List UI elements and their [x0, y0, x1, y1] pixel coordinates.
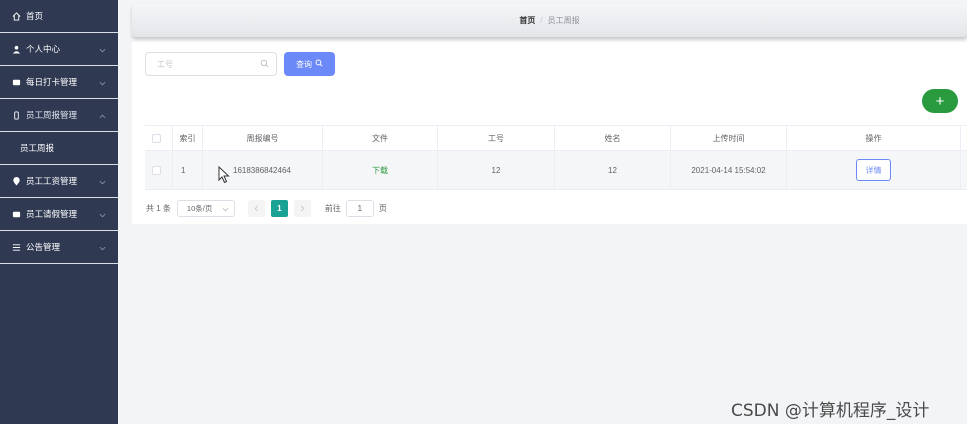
sidebar-item-label: 每日打卡管理: [26, 77, 78, 87]
add-button[interactable]: +: [922, 89, 958, 113]
watermark: CSDN @计算机程序_设计: [731, 401, 930, 421]
breadcrumb: 首页 / 员工周报: [132, 4, 967, 37]
cell-action: 详情: [787, 151, 961, 189]
phone-icon: [11, 110, 21, 120]
chevron-down-icon: [222, 205, 229, 214]
next-page-button[interactable]: [293, 199, 311, 217]
sidebar-item-daily-checkin[interactable]: 每日打卡管理: [0, 66, 118, 99]
query-button[interactable]: 查询: [284, 52, 335, 76]
column-header: 上传时间: [671, 126, 787, 150]
home-icon: [11, 11, 21, 21]
sidebar-item-personal-center[interactable]: 个人中心: [0, 33, 118, 66]
chevron-left-icon: [254, 205, 259, 211]
column-header: 姓名: [555, 126, 671, 150]
header-select-all[interactable]: [145, 126, 173, 150]
chevron-down-icon: [99, 45, 106, 55]
column-header: 文件: [323, 126, 438, 150]
chevron-right-icon: [300, 205, 305, 211]
message-icon: [11, 209, 21, 219]
chevron-up-icon: [99, 111, 106, 121]
search-field[interactable]: [145, 52, 277, 76]
column-header: 工号: [438, 126, 555, 150]
sidebar-item-label: 首页: [26, 11, 44, 21]
column-header: 索引: [173, 126, 203, 150]
detail-button[interactable]: 详情: [856, 159, 891, 181]
table-header-row: 索引 周报编号 文件 工号 姓名 上传时间 操作: [145, 125, 967, 151]
chevron-down-icon: [99, 78, 106, 88]
query-button-label: 查询: [296, 59, 312, 69]
search-icon: [315, 59, 323, 69]
select-all-checkbox[interactable]: [152, 133, 161, 143]
cell-name: 12: [555, 151, 671, 189]
list-icon: [11, 242, 21, 252]
chevron-down-icon: [99, 177, 106, 187]
plus-icon: +: [935, 92, 945, 110]
user-icon: [11, 44, 21, 54]
weekly-report-table: 索引 周报编号 文件 工号 姓名 上传时间 操作 1 1618386842464…: [145, 125, 967, 190]
table-row: 1 1618386842464 下载 12 12 2021-04-14 15:5…: [145, 151, 967, 190]
sidebar-item-label: 员工周报: [20, 143, 55, 153]
mouse-cursor-icon: [218, 165, 230, 186]
main-content: 首页 / 员工周报 查询 + 索引 周报编号: [118, 0, 967, 424]
search-icon: [260, 59, 269, 70]
breadcrumb-separator: /: [540, 16, 543, 25]
sidebar: 首页 个人中心 每日打卡管理 员工周报管理 员工周报 员工工资管理 员工请假管理…: [0, 0, 118, 424]
message-icon: [11, 77, 21, 87]
row-select[interactable]: [145, 151, 173, 189]
page-size-select[interactable]: 10条/页: [176, 199, 235, 217]
page-unit: 页: [378, 203, 387, 213]
sidebar-item-weekly-report-mgmt[interactable]: 员工周报管理: [0, 99, 118, 132]
sidebar-item-weekly-report[interactable]: 员工周报: [0, 132, 118, 165]
breadcrumb-current: 员工周报: [547, 16, 580, 25]
sidebar-item-leave-mgmt[interactable]: 员工请假管理: [0, 198, 118, 231]
location-icon: [11, 176, 21, 186]
column-header: 周报编号: [203, 126, 323, 150]
goto-label: 前往: [324, 203, 341, 213]
page-number-active[interactable]: 1: [270, 199, 288, 217]
total-count: 共 1 条: [146, 203, 171, 213]
chevron-down-icon: [99, 243, 106, 253]
sidebar-item-salary-mgmt[interactable]: 员工工资管理: [0, 165, 118, 198]
sidebar-item-home[interactable]: 首页: [0, 0, 118, 33]
download-link[interactable]: 下载: [372, 165, 388, 176]
sidebar-item-label: 员工工资管理: [26, 176, 78, 186]
cell-index: 1: [173, 151, 203, 189]
sidebar-item-label: 公告管理: [26, 242, 61, 252]
search-input[interactable]: [146, 53, 251, 75]
sidebar-item-label: 员工周报管理: [26, 110, 78, 120]
sidebar-item-notice-mgmt[interactable]: 公告管理: [0, 231, 118, 264]
breadcrumb-home[interactable]: 首页: [519, 15, 535, 26]
prev-page-button[interactable]: [247, 199, 265, 217]
row-checkbox[interactable]: [152, 165, 161, 175]
cell-emp-no: 12: [438, 151, 555, 189]
column-header: 操作: [787, 126, 961, 150]
sidebar-item-label: 个人中心: [26, 44, 61, 54]
page-size-value: 10条/页: [186, 203, 213, 213]
chevron-down-icon: [99, 210, 106, 220]
content-panel: 查询 + 索引 周报编号 文件 工号 姓名 上传时间 操作: [132, 42, 967, 224]
sidebar-item-label: 员工请假管理: [26, 209, 78, 219]
cell-upload-time: 2021-04-14 15:54:02: [671, 151, 787, 189]
cell-file: 下载: [323, 151, 438, 189]
goto-page-input[interactable]: [345, 199, 374, 217]
pagination: 共 1 条 10条/页 1 前往 页: [146, 199, 387, 217]
